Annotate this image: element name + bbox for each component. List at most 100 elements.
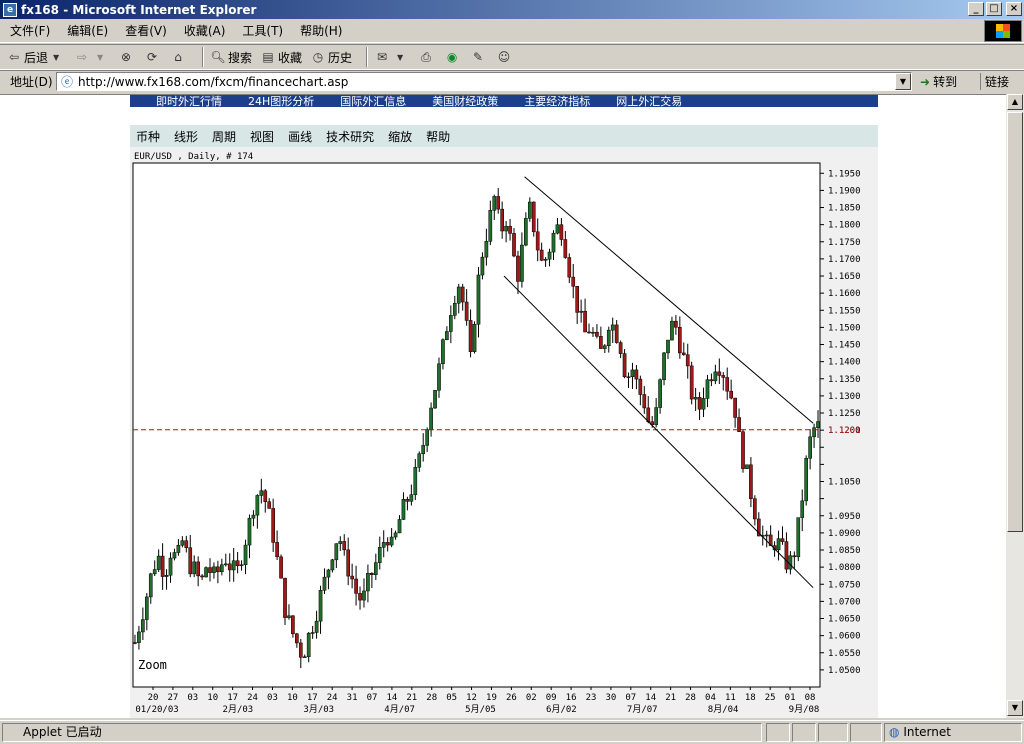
x-tick-day-label: 18 — [745, 693, 756, 703]
chart-menu-period[interactable]: 周期 — [212, 128, 236, 145]
security-zone: ◍ Internet — [884, 723, 1022, 742]
candle-body — [685, 354, 690, 367]
candle-body — [579, 310, 583, 313]
candle-body — [216, 566, 220, 573]
menu-bar: 文件(F) 编辑(E) 查看(V) 收藏(A) 工具(T) 帮助(H) — [0, 19, 1024, 43]
address-dropdown-button[interactable]: ▼ — [895, 73, 911, 90]
x-tick-day-label: 27 — [167, 693, 178, 703]
search-button[interactable]: 🔍︎ 搜索 — [210, 49, 252, 66]
chart-menu-draw[interactable]: 画线 — [288, 128, 312, 145]
candle-body — [433, 390, 437, 409]
candle-body — [156, 555, 161, 570]
chevron-down-icon[interactable]: ▼ — [392, 49, 408, 65]
menu-view[interactable]: 查看(V) — [125, 22, 167, 39]
chart-applet[interactable]: EUR/USD , Daily, # 174 1.1950 1.1900 1.185… — [130, 147, 878, 718]
chart-menu-studies[interactable]: 技术研究 — [326, 128, 374, 145]
candle-body — [520, 244, 524, 282]
x-tick-day-label: 21 — [406, 693, 417, 703]
address-input[interactable]: ⓔ http://www.fx168.com/fxcm/financechart… — [56, 72, 912, 91]
refresh-button[interactable]: ⟳ — [144, 49, 162, 65]
candle-body — [595, 331, 599, 337]
x-tick-day-label: 03 — [187, 693, 198, 703]
messenger-icon: ☺ — [497, 50, 511, 64]
candle-body — [527, 201, 532, 219]
candle-body — [133, 642, 137, 644]
msn-button[interactable]: ◉ — [444, 49, 462, 65]
go-arrow-icon: ➜ — [920, 74, 931, 89]
candle-body — [697, 397, 702, 410]
x-tick-day-label: 01 — [785, 693, 796, 703]
edit-button[interactable]: ✎ — [470, 49, 488, 65]
links-button[interactable]: 链接 — [980, 73, 1009, 90]
mail-button[interactable]: ✉ ▼ — [374, 49, 410, 65]
address-url[interactable]: http://www.fx168.com/fxcm/financechart.a… — [78, 75, 348, 89]
history-icon: ◷ — [312, 50, 324, 64]
candle-body — [397, 519, 402, 534]
chevron-down-icon[interactable]: ▼ — [92, 49, 108, 65]
candle-body — [555, 224, 560, 234]
candle-body — [188, 547, 193, 575]
nav-economic-indicators[interactable]: 主要经济指标 — [524, 95, 590, 107]
y-tick-label: 1.1500 — [828, 323, 861, 333]
plot-area — [132, 162, 821, 688]
chevron-down-icon[interactable]: ▼ — [48, 49, 64, 65]
back-arrow-icon: ⇦ — [8, 50, 20, 64]
print-icon: ⎙ — [421, 49, 431, 64]
menu-favorites[interactable]: 收藏(A) — [184, 22, 226, 39]
go-button[interactable]: ➜ 转到 — [920, 73, 957, 90]
chart-menu-line-type[interactable]: 线形 — [174, 128, 198, 145]
windows-logo-throbber — [984, 20, 1022, 42]
x-tick-day-label: 24 — [327, 693, 338, 703]
y-tick-label: 1.0750 — [828, 580, 861, 590]
print-button[interactable]: ⎙ — [418, 49, 436, 65]
candle-body — [606, 329, 611, 347]
close-button[interactable]: × — [1006, 2, 1022, 16]
home-button[interactable]: ⌂ — [170, 49, 188, 65]
candle-body — [788, 555, 793, 570]
maximize-button[interactable]: □ — [986, 2, 1002, 16]
x-tick-month-label: 4月/07 — [384, 704, 415, 715]
menu-edit[interactable]: 编辑(E) — [67, 22, 108, 39]
candlestick-chart[interactable]: EUR/USD , Daily, # 174 1.1950 1.1900 1.185… — [130, 147, 878, 718]
candle-body — [464, 301, 469, 321]
status-text: Applet 已启动 — [2, 723, 762, 742]
scroll-down-button[interactable]: ▼ — [1007, 700, 1023, 716]
candle-body — [488, 210, 493, 242]
menu-file[interactable]: 文件(F) — [10, 22, 50, 39]
candle-body — [701, 398, 706, 410]
chart-menu-zoom[interactable]: 缩放 — [388, 128, 412, 145]
candle-body — [235, 560, 240, 566]
favorites-button[interactable]: ▤ 收藏 — [260, 49, 302, 66]
scroll-up-button[interactable]: ▲ — [1007, 94, 1023, 110]
vertical-scrollbar[interactable]: ▲ ▼ — [1006, 94, 1024, 718]
nav-us-policy[interactable]: 美国财经政策 — [432, 95, 498, 107]
back-button[interactable]: ⇦ 后退 ▼ — [6, 49, 66, 66]
nav-forex-news[interactable]: 国际外汇信息 — [340, 95, 406, 107]
globe-icon: ◉ — [446, 50, 458, 64]
x-tick-day-label: 05 — [446, 693, 457, 703]
menu-help[interactable]: 帮助(H) — [300, 22, 342, 39]
candle-body — [314, 620, 319, 633]
candle-body — [504, 226, 508, 232]
candle-body — [204, 567, 208, 578]
nav-online-trading[interactable]: 网上外汇交易 — [616, 95, 682, 107]
chart-menu-currency[interactable]: 币种 — [136, 128, 160, 145]
forward-button[interactable]: ⇨ ▼ — [74, 49, 110, 65]
scroll-thumb[interactable] — [1007, 112, 1023, 532]
y-tick-label: 1.1750 — [828, 238, 861, 248]
messenger-button[interactable]: ☺ — [496, 49, 514, 65]
chart-menu-help[interactable]: 帮助 — [426, 128, 450, 145]
stop-button[interactable]: ⊗ — [118, 49, 136, 65]
minimize-button[interactable]: _ — [968, 2, 984, 16]
candle-body — [255, 495, 260, 516]
candle-body — [413, 467, 418, 495]
history-button[interactable]: ◷ 历史 — [310, 49, 352, 66]
candle-body — [563, 239, 568, 258]
back-label: 后退 — [24, 50, 49, 65]
candle-body — [618, 342, 623, 354]
menu-tools[interactable]: 工具(T) — [242, 22, 283, 39]
chart-menu-view[interactable]: 视图 — [250, 128, 274, 145]
nav-chart-analysis[interactable]: 24H图形分析 — [248, 95, 314, 107]
x-tick-month-label: 7月/07 — [627, 704, 658, 715]
nav-realtime-quotes[interactable]: 即时外汇行情 — [156, 95, 222, 107]
